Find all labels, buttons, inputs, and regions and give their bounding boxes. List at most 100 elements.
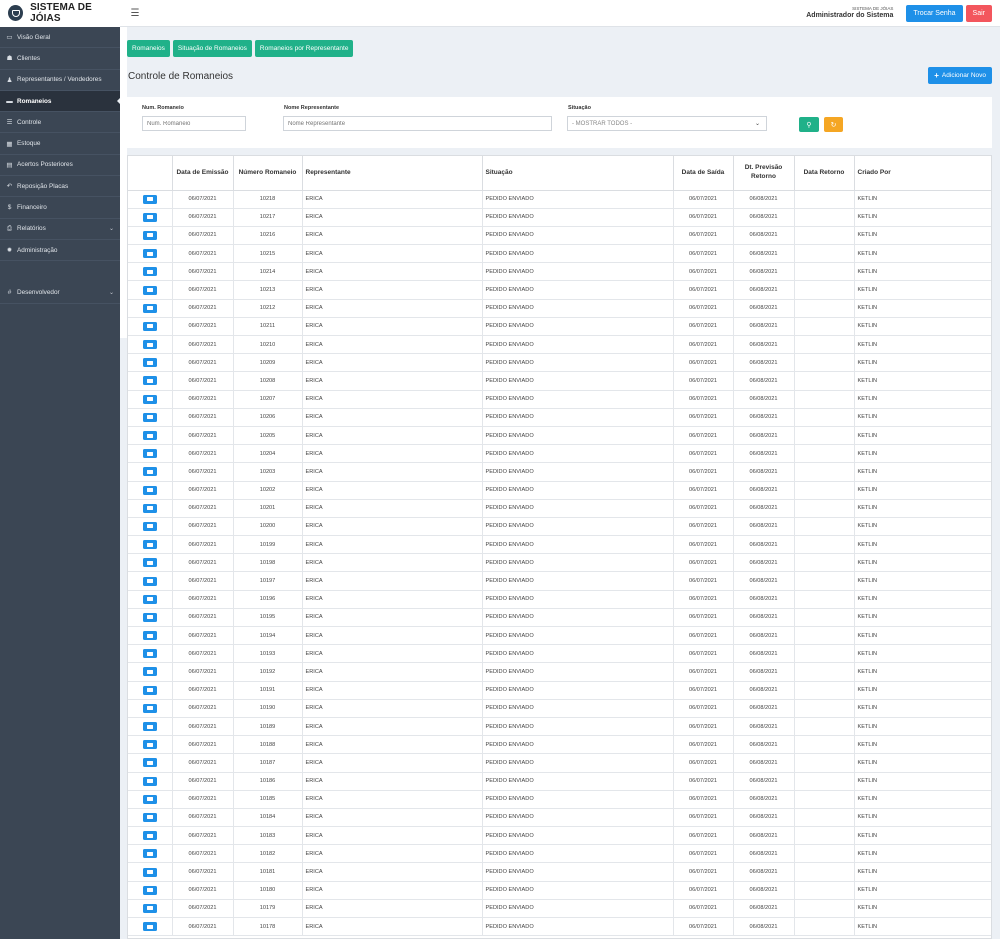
folder-open-icon[interactable]	[142, 358, 157, 368]
folder-open-icon[interactable]	[142, 667, 157, 677]
representative-cell: ERICA	[302, 190, 483, 209]
table-row: 06/07/2021 10209 ERICA PEDIDO ENVIADO 06/07/…	[128, 353, 991, 373]
out-date-cell: 06/07/2021	[673, 553, 734, 573]
tab-romaneios-por-representante[interactable]: Romaneios por Representante	[254, 40, 354, 57]
number-cell: 10183	[233, 826, 303, 846]
folder-open-icon[interactable]	[142, 922, 157, 932]
forecast-return-cell: 06/08/2021	[733, 881, 795, 900]
folder-open-icon[interactable]	[142, 740, 157, 750]
add-new-button[interactable]: + Adicionar Novo	[928, 67, 992, 84]
folder-open-icon[interactable]	[142, 230, 157, 240]
folder-open-icon[interactable]	[142, 212, 157, 222]
sidebar-item-acertos-posteriores[interactable]: ▤ Acertos Posteriores	[0, 155, 120, 177]
folder-open-icon[interactable]	[142, 849, 157, 859]
sidebar-item-desenvolvedor[interactable]: # Desenvolvedor ⌄	[0, 282, 120, 304]
sidebar-item-financeiro[interactable]: $ Financeiro	[0, 197, 120, 219]
tab-situacao-romaneios[interactable]: Situação de Romaneios	[172, 40, 252, 57]
representative-header[interactable]: Representante	[302, 156, 483, 191]
status-select[interactable]: - MOSTRAR TODOS - ⌄	[567, 116, 767, 131]
folder-open-icon[interactable]	[142, 194, 157, 204]
out-date-cell: 06/07/2021	[673, 280, 734, 300]
folder-open-icon[interactable]	[142, 485, 157, 495]
folder-open-icon[interactable]	[142, 703, 157, 713]
representative-cell: ERICA	[302, 699, 483, 718]
folder-open-icon[interactable]	[142, 722, 157, 732]
out-date-cell: 06/07/2021	[673, 844, 734, 864]
emission-date-header[interactable]: Data de Emissão	[172, 156, 234, 191]
folder-open-icon[interactable]	[142, 249, 157, 259]
return-date-cell	[794, 626, 855, 646]
logout-button[interactable]: Sair	[965, 5, 992, 22]
monitor-icon: ▭	[6, 34, 13, 42]
representative-cell: ERICA	[302, 499, 483, 518]
table-row: 06/07/2021 10208 ERICA PEDIDO ENVIADO 06/07/…	[128, 371, 991, 391]
return-date-cell	[794, 917, 855, 937]
folder-open-icon[interactable]	[142, 576, 157, 586]
folder-open-icon[interactable]	[142, 540, 157, 550]
folder-open-icon[interactable]	[142, 321, 157, 331]
status-header[interactable]: Situação	[482, 156, 674, 191]
sidebar-item-estoque[interactable]: ▦ Estoque	[0, 133, 120, 155]
folder-open-icon[interactable]	[142, 394, 157, 404]
sidebar-item-clientes[interactable]: ☗ Clientes	[0, 48, 120, 70]
sidebar-item-reposicao-placas[interactable]: ↶ Reposição Placas	[0, 176, 120, 198]
status-cell: PEDIDO ENVIADO	[482, 644, 674, 664]
rep-name-input[interactable]	[283, 116, 552, 131]
folder-open-icon[interactable]	[142, 376, 157, 386]
folder-open-icon[interactable]	[142, 267, 157, 277]
brand[interactable]: SISTEMA DE JÓIAS	[0, 0, 120, 27]
return-date-header[interactable]: Data Retorno	[794, 156, 855, 191]
created-by-header[interactable]: Criado Por	[854, 156, 991, 191]
out-date-cell: 06/07/2021	[673, 390, 734, 409]
num-romaneio-input[interactable]	[142, 116, 246, 131]
table-row: 06/07/2021 10186 ERICA PEDIDO ENVIADO 06/07/…	[128, 772, 991, 791]
folder-open-icon[interactable]	[142, 758, 157, 768]
folder-open-icon[interactable]	[142, 867, 157, 877]
actions-cell	[128, 499, 173, 518]
number-cell: 10190	[233, 699, 303, 718]
folder-open-icon[interactable]	[142, 431, 157, 441]
folder-open-icon[interactable]	[142, 340, 157, 350]
folder-open-icon[interactable]	[142, 831, 157, 841]
forecast-return-cell: 06/08/2021	[733, 862, 795, 882]
sidebar-item-representantes[interactable]: ♟ Representantes / Vendedores	[0, 70, 120, 91]
representative-cell: ERICA	[302, 353, 483, 373]
folder-open-icon[interactable]	[142, 649, 157, 659]
folder-open-icon[interactable]	[142, 685, 157, 695]
folder-open-icon[interactable]	[142, 885, 157, 895]
folder-open-icon[interactable]	[142, 776, 157, 786]
change-password-button[interactable]: Trocar Senha	[906, 5, 963, 22]
folder-open-icon[interactable]	[142, 467, 157, 477]
representative-cell: ERICA	[302, 644, 483, 664]
bars-icon[interactable]: ☰	[128, 8, 142, 19]
out-date-header[interactable]: Data de Saída	[673, 156, 734, 191]
reset-button[interactable]: ↻	[824, 117, 843, 132]
folder-open-icon[interactable]	[142, 503, 157, 513]
number-header[interactable]: Número Romaneio	[233, 156, 303, 191]
return-date-cell	[794, 353, 855, 373]
folder-open-icon[interactable]	[142, 794, 157, 804]
folder-open-icon[interactable]	[142, 594, 157, 604]
table-row: 06/07/2021 10182 ERICA PEDIDO ENVIADO 06/07/…	[128, 844, 991, 864]
tab-romaneios[interactable]: Romaneios	[127, 40, 170, 57]
forecast-return-cell: 06/08/2021	[733, 353, 795, 373]
folder-open-icon[interactable]	[142, 303, 157, 313]
folder-open-icon[interactable]	[142, 412, 157, 422]
folder-open-icon[interactable]	[142, 285, 157, 295]
folder-open-icon[interactable]	[142, 812, 157, 822]
forecast-return-header[interactable]: Dt. Previsão Retorno	[733, 156, 795, 191]
created-by-cell: KETLIN	[854, 390, 991, 409]
sidebar-item-visao-geral[interactable]: ▭ Visão Geral	[0, 27, 120, 49]
sidebar-item-controle[interactable]: ☰ Controle	[0, 112, 120, 134]
main-content: Romaneios Situação de Romaneios Romaneio…	[127, 27, 1000, 939]
folder-open-icon[interactable]	[142, 521, 157, 531]
search-button[interactable]: ⚲	[799, 117, 819, 132]
folder-open-icon[interactable]	[142, 558, 157, 568]
sidebar-item-relatorios[interactable]: ⎙ Relatórios ⌄	[0, 219, 120, 240]
folder-open-icon[interactable]	[142, 631, 157, 641]
folder-open-icon[interactable]	[142, 449, 157, 459]
sidebar-item-romaneios[interactable]: ▬ Romaneios	[0, 90, 121, 113]
folder-open-icon[interactable]	[142, 612, 157, 622]
sidebar-item-administracao[interactable]: ✹ Administração	[0, 240, 120, 262]
folder-open-icon[interactable]	[142, 903, 157, 913]
